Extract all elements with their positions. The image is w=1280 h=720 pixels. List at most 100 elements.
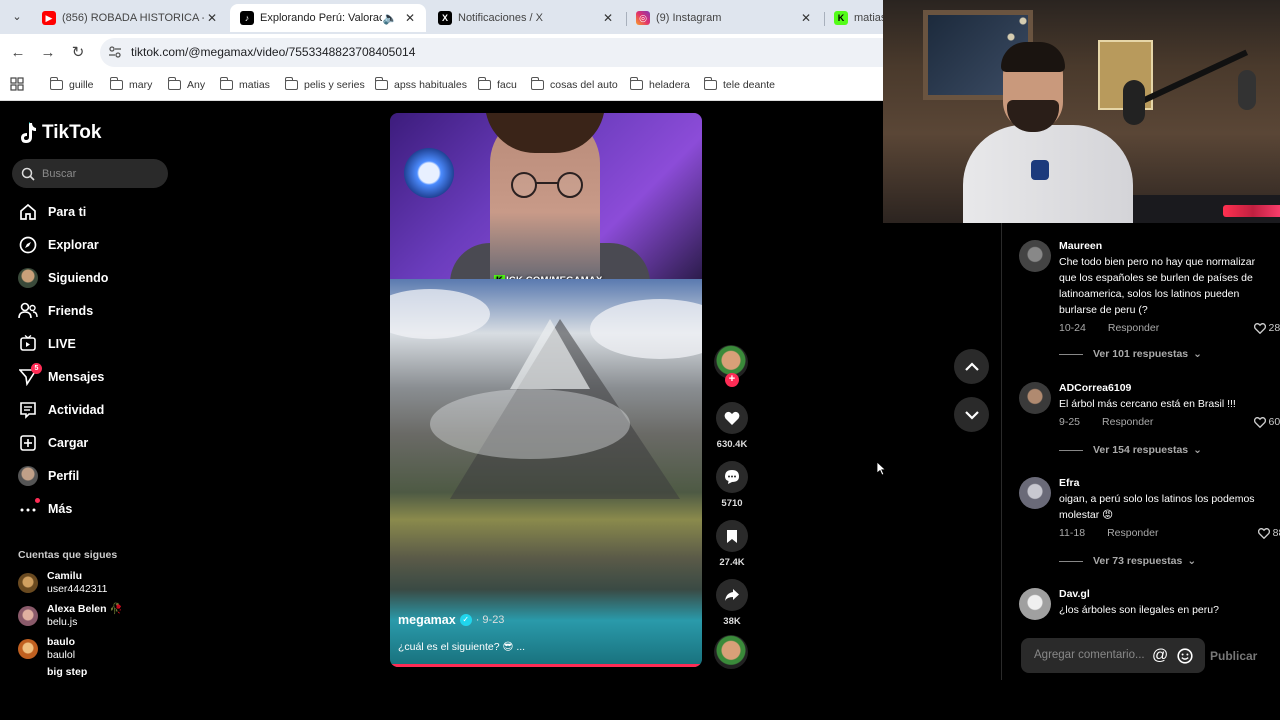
publish-button[interactable]: Publicar: [1210, 649, 1257, 663]
tab-youtube[interactable]: ▶ (856) ROBADA HISTORICA - You ✕: [32, 4, 228, 32]
close-tab-icon[interactable]: ✕: [798, 11, 814, 25]
video-player[interactable]: KICK.COM/MEGAMAX megamax ✓ · 9-23 ¿cuál …: [390, 113, 702, 667]
avatar[interactable]: [1019, 382, 1051, 414]
emoji-icon[interactable]: [1177, 648, 1193, 664]
site-info-icon[interactable]: [108, 45, 122, 59]
tiktok-logo[interactable]: TikTok: [18, 120, 101, 146]
folder-icon: [530, 77, 544, 90]
following-account[interactable]: Camilu user4442311: [18, 569, 108, 597]
reply-button[interactable]: Responder: [1108, 322, 1159, 334]
nav-mensajes[interactable]: 5 Mensajes: [18, 363, 104, 389]
nav-perfil[interactable]: Perfil: [18, 464, 79, 488]
following-name: big step: [47, 665, 88, 678]
bookmark-folder[interactable]: facu: [477, 77, 517, 93]
following-account[interactable]: big step: [18, 662, 87, 682]
avatar[interactable]: [1019, 240, 1051, 272]
video-progress-bar[interactable]: [390, 664, 702, 667]
comment-date: 10-24: [1059, 322, 1086, 334]
nav-para-ti[interactable]: Para ti: [18, 200, 86, 224]
bookmark-label: facu: [497, 79, 517, 91]
view-replies-button[interactable]: Ver 73 respuestas ⌄: [1059, 555, 1196, 567]
bookmark-folder[interactable]: cosas del auto: [530, 77, 618, 93]
following-account[interactable]: Alexa Belen 🥀 belu.js: [18, 602, 123, 630]
folder-icon: [49, 77, 63, 90]
reply-button[interactable]: Responder: [1102, 416, 1153, 428]
nav-label: Explorar: [48, 238, 99, 252]
folder-icon: [703, 77, 717, 90]
avatar: [18, 573, 38, 593]
following-account[interactable]: baulo baulol: [18, 635, 75, 663]
comment-username[interactable]: Dav.gl: [1059, 588, 1259, 600]
nav-label: Actividad: [48, 403, 105, 417]
comment-input[interactable]: Agregar comentario... @: [1021, 638, 1205, 673]
back-arrow-icon[interactable]: ←: [8, 43, 28, 63]
comments-divider: [1001, 223, 1002, 680]
tab-instagram[interactable]: ◎ (9) Instagram ✕: [626, 4, 822, 32]
music-disc-avatar[interactable]: [714, 635, 748, 669]
bookmark-folder[interactable]: tele deante: [703, 77, 775, 93]
nav-explorar[interactable]: Explorar: [18, 233, 99, 257]
mention-at-icon[interactable]: @: [1152, 647, 1168, 665]
comment-like-button[interactable]: 60.3K: [1253, 416, 1280, 428]
apps-grid-icon[interactable]: [10, 77, 24, 91]
reload-icon[interactable]: ↻: [68, 43, 88, 63]
avatar: [18, 639, 38, 659]
reply-button[interactable]: Responder: [1107, 527, 1158, 539]
webcam-mic: [1123, 80, 1145, 125]
speaker-icon[interactable]: 🔈: [382, 11, 398, 25]
nav-mas[interactable]: Más: [18, 497, 72, 521]
bookmark-folder[interactable]: heladera: [629, 77, 690, 93]
browser-toolbar: ← → ↻ tiktok.com/@megamax/video/75533488…: [0, 34, 883, 71]
save-button[interactable]: 27.4K: [714, 520, 750, 568]
tab-x[interactable]: X Notificaciones / X ✕: [428, 4, 624, 32]
nav-cargar[interactable]: Cargar: [18, 431, 88, 455]
comment-item: Efra oigan, a perú solo los latinos los …: [1019, 477, 1280, 573]
bookmark-folder[interactable]: mary: [109, 77, 152, 93]
share-button[interactable]: 38K: [714, 579, 750, 627]
close-tab-icon[interactable]: ✕: [204, 11, 220, 25]
bookmark-folder[interactable]: matias: [219, 77, 270, 93]
follow-plus-icon[interactable]: +: [725, 373, 739, 387]
nav-live[interactable]: LIVE: [18, 332, 76, 356]
forward-arrow-icon[interactable]: →: [38, 43, 58, 63]
address-bar[interactable]: tiktok.com/@megamax/video/75533488237084…: [100, 38, 883, 67]
view-replies-button[interactable]: Ver 154 respuestas ⌄: [1059, 444, 1202, 456]
bookmark-label: heladera: [649, 79, 690, 91]
folder-icon: [219, 77, 233, 90]
nav-friends[interactable]: Friends: [18, 299, 93, 323]
nav-label: Friends: [48, 304, 94, 318]
comment-text: Che todo bien pero no hay que normalizar…: [1059, 256, 1256, 316]
like-button[interactable]: 630.4K: [714, 402, 750, 450]
comment-username[interactable]: ADCorrea6109: [1059, 382, 1259, 394]
bookmark-label: cosas del auto: [550, 79, 618, 91]
comment-button[interactable]: 5710: [714, 461, 750, 509]
close-tab-icon[interactable]: ✕: [402, 11, 418, 25]
nav-siguiendo[interactable]: Siguiendo: [18, 266, 108, 290]
bookmark-folder[interactable]: guille: [49, 77, 94, 93]
bookmark-folder[interactable]: pelis y series: [284, 77, 365, 93]
comment-username[interactable]: Maureen: [1059, 240, 1259, 252]
comment-like-count: 8818: [1272, 527, 1280, 539]
comment-like-button[interactable]: 8818: [1257, 527, 1280, 539]
share-arrow-icon: [716, 579, 748, 611]
bookmark-folder[interactable]: Any: [167, 77, 205, 93]
comment-date: 9-25: [1059, 416, 1081, 428]
close-tab-icon[interactable]: ✕: [600, 11, 616, 25]
search-input[interactable]: Buscar: [12, 159, 168, 188]
view-replies-button[interactable]: Ver 101 respuestas ⌄: [1059, 348, 1202, 360]
tab-tiktok[interactable]: ♪ Explorando Perú: Valoración 🔈 ✕: [230, 4, 426, 32]
tab-search-chevron-icon[interactable]: ⌄: [6, 8, 28, 26]
next-video-button[interactable]: [954, 397, 989, 432]
tab-title: (856) ROBADA HISTORICA - You: [62, 12, 204, 24]
avatar[interactable]: [1019, 588, 1051, 620]
video-author[interactable]: megamax ✓ · 9-23: [398, 613, 504, 627]
nav-actividad[interactable]: Actividad: [18, 398, 104, 422]
comment-like-button[interactable]: 28.4K: [1253, 322, 1280, 334]
friends-icon: [18, 301, 38, 321]
avatar[interactable]: [1019, 477, 1051, 509]
comment-username[interactable]: Efra: [1059, 477, 1259, 489]
following-section-title: Cuentas que sigues: [18, 549, 118, 561]
bookmark-folder[interactable]: apss habituales: [374, 77, 467, 93]
tab-kick[interactable]: K matias: [824, 4, 883, 32]
previous-video-button[interactable]: [954, 349, 989, 384]
